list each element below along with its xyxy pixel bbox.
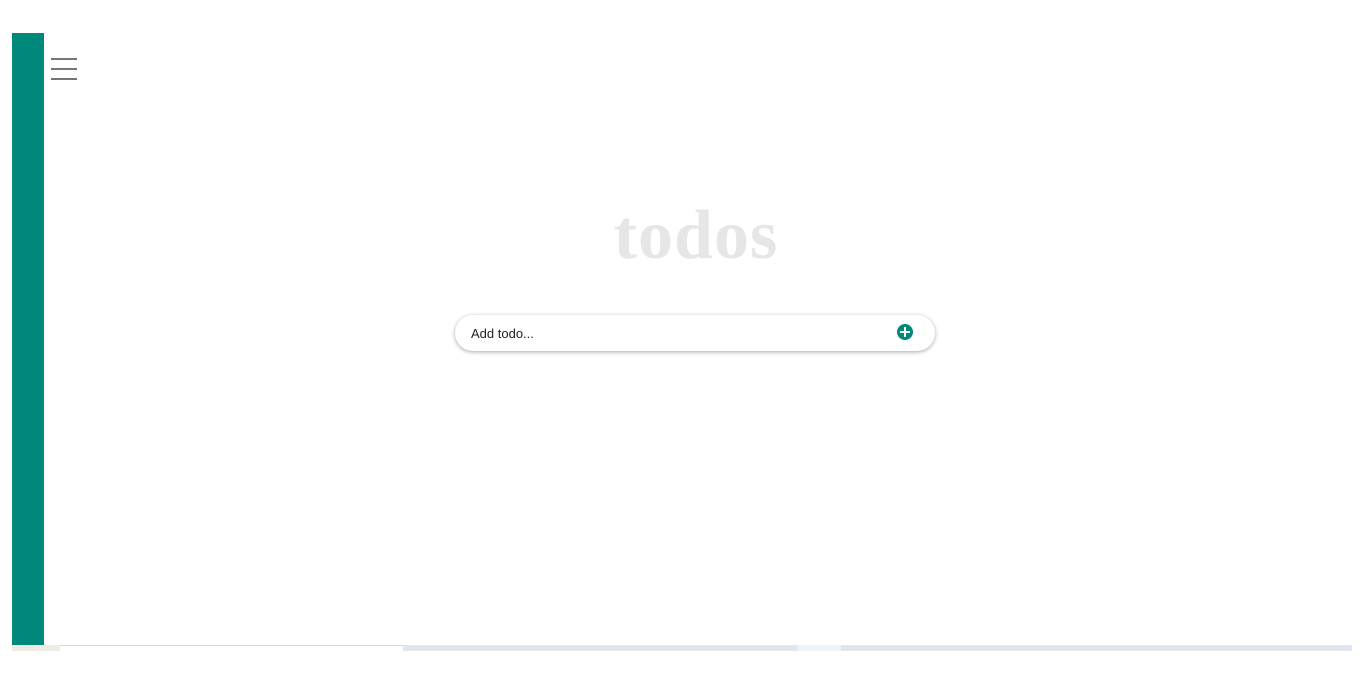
menu-line xyxy=(51,78,77,80)
add-todo-input[interactable] xyxy=(471,315,871,351)
bottom-strip xyxy=(12,645,1352,651)
menu-line xyxy=(51,58,77,60)
page-title: todos xyxy=(613,197,779,274)
hamburger-menu-icon[interactable] xyxy=(50,57,80,81)
sidebar-strip xyxy=(12,33,44,645)
add-todo-bar xyxy=(455,315,935,351)
menu-line xyxy=(51,68,77,70)
plus-circle-icon[interactable] xyxy=(897,324,913,340)
app-viewport: todos xyxy=(12,33,1352,645)
